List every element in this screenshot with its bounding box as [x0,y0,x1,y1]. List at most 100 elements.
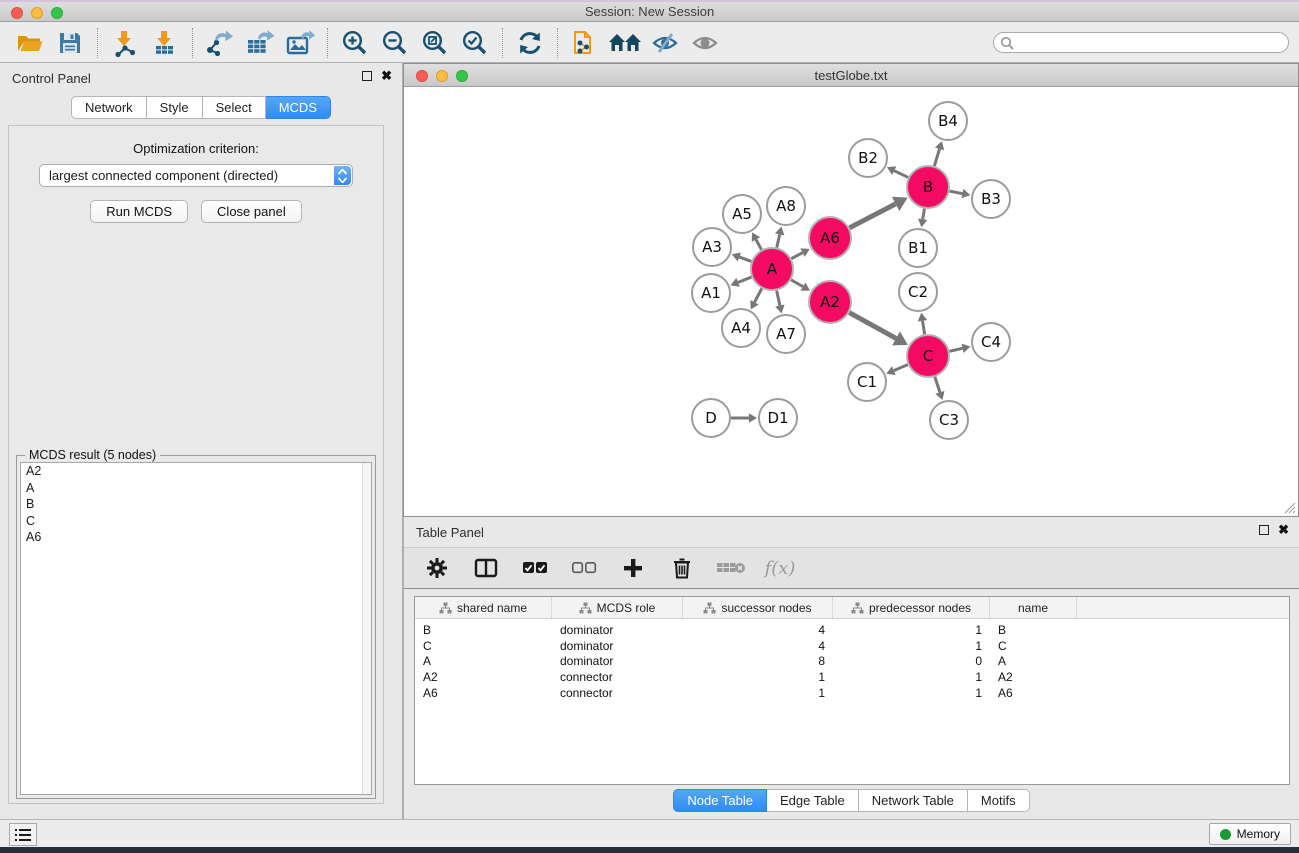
close-table-panel-icon[interactable]: ✖ [1278,525,1289,535]
export-network-button[interactable] [200,27,240,59]
cell-MCDS-role[interactable]: dominator [552,654,683,668]
column-header-shared-name[interactable]: shared name [415,597,552,618]
run-mcds-button[interactable]: Run MCDS [90,200,188,223]
new-network-from-file-button[interactable] [565,27,605,59]
node-A[interactable]: A [751,248,793,290]
node-D1[interactable]: D1 [759,399,797,437]
cell-shared-name[interactable]: C [415,639,552,653]
node-A1[interactable]: A1 [692,274,730,312]
edge-A-A7[interactable] [777,291,780,306]
node-C4[interactable]: C4 [972,323,1010,361]
add-column-button[interactable] [616,552,650,584]
cell-predecessor-nodes[interactable]: 1 [833,639,990,653]
zoom-fit-button[interactable] [415,27,455,59]
edge-C-C4[interactable] [949,348,962,351]
minimize-window-button[interactable] [31,7,43,19]
cell-name[interactable]: A6 [990,686,1077,700]
node-B4[interactable]: B4 [929,102,967,140]
result-item-c[interactable]: C [21,513,371,530]
node-A8[interactable]: A8 [767,187,805,225]
cell-successor-nodes[interactable]: 4 [683,623,833,637]
import-table-button[interactable] [145,27,185,59]
task-history-button[interactable] [9,823,37,846]
node-B[interactable]: B [907,166,949,208]
show-graphics-details-button[interactable] [685,27,725,59]
result-item-a6[interactable]: A6 [21,529,371,546]
home-button[interactable] [605,27,645,59]
edge-A6-B[interactable] [850,204,896,228]
cell-MCDS-role[interactable]: connector [552,670,683,684]
edge-A-A5[interactable] [756,240,762,250]
result-item-b[interactable]: B [21,496,371,513]
edge-C-C2[interactable] [922,321,924,335]
tab-mcds[interactable]: MCDS [266,96,331,119]
edge-B-B2[interactable] [894,171,908,178]
column-header-predecessor-nodes[interactable]: predecessor nodes [833,597,990,618]
cell-MCDS-role[interactable]: dominator [552,639,683,653]
node-B1[interactable]: B1 [899,229,937,267]
edge-A-A1[interactable] [738,277,751,282]
export-image-button[interactable] [280,27,320,59]
network-zoom-button[interactable] [456,70,468,82]
cell-predecessor-nodes[interactable]: 1 [833,670,990,684]
close-window-button[interactable] [11,7,23,19]
cell-name[interactable]: C [990,639,1077,653]
node-A2[interactable]: A2 [809,281,851,323]
node-B3[interactable]: B3 [972,180,1010,218]
criterion-dropdown[interactable]: largest connected component (directed) [39,164,353,187]
column-settings-button[interactable] [420,552,454,584]
edge-B-B4[interactable] [934,149,939,166]
tab-network[interactable]: Network [71,96,147,119]
node-C2[interactable]: C2 [899,273,937,311]
tab-edge-table[interactable]: Edge Table [767,789,859,812]
edge-A2-C[interactable] [849,313,896,339]
close-panel-icon[interactable]: ✖ [381,71,392,81]
import-network-button[interactable] [105,27,145,59]
edge-A-A8[interactable] [777,234,780,247]
save-session-button[interactable] [50,27,90,59]
cell-successor-nodes[interactable]: 1 [683,686,833,700]
edge-A-A3[interactable] [739,257,751,261]
export-table-button[interactable] [240,27,280,59]
delete-column-button[interactable] [665,552,699,584]
node-C1[interactable]: C1 [848,363,886,401]
network-minimize-button[interactable] [436,70,448,82]
edge-C-C1[interactable] [894,365,908,371]
memory-button[interactable]: Memory [1209,823,1291,845]
zoom-in-button[interactable] [335,27,375,59]
cell-name[interactable]: B [990,623,1077,637]
zoom-selected-button[interactable] [455,27,495,59]
node-A3[interactable]: A3 [693,228,731,266]
tab-node-table[interactable]: Node Table [673,789,767,812]
edge-C-C3[interactable] [935,377,940,392]
float-table-panel-icon[interactable] [1259,525,1269,535]
cell-MCDS-role[interactable]: connector [552,686,683,700]
cell-shared-name[interactable]: A6 [415,686,552,700]
edge-B-B1[interactable] [923,209,925,220]
node-A7[interactable]: A7 [767,315,805,353]
open-session-button[interactable] [10,27,50,59]
node-D[interactable]: D [692,399,730,437]
cell-name[interactable]: A2 [990,670,1077,684]
deselect-all-columns-button[interactable] [567,552,601,584]
column-header-name[interactable]: name [990,597,1077,618]
edge-A-A4[interactable] [755,288,762,302]
resize-grip-icon[interactable] [1283,501,1296,514]
zoom-out-button[interactable] [375,27,415,59]
cell-shared-name[interactable]: A [415,654,552,668]
node-A6[interactable]: A6 [809,217,851,259]
result-item-a[interactable]: A [21,480,371,497]
network-close-button[interactable] [416,70,428,82]
tab-style[interactable]: Style [147,96,203,119]
cell-name[interactable]: A [990,654,1077,668]
edge-A-A2[interactable] [791,280,803,287]
node-A4[interactable]: A4 [722,309,760,347]
select-all-columns-button[interactable] [518,552,552,584]
cell-predecessor-nodes[interactable]: 1 [833,623,990,637]
cell-predecessor-nodes[interactable]: 1 [833,686,990,700]
tab-select[interactable]: Select [203,96,266,119]
node-A5[interactable]: A5 [723,195,761,233]
node-C3[interactable]: C3 [930,401,968,439]
node-B2[interactable]: B2 [849,139,887,177]
cell-predecessor-nodes[interactable]: 0 [833,654,990,668]
